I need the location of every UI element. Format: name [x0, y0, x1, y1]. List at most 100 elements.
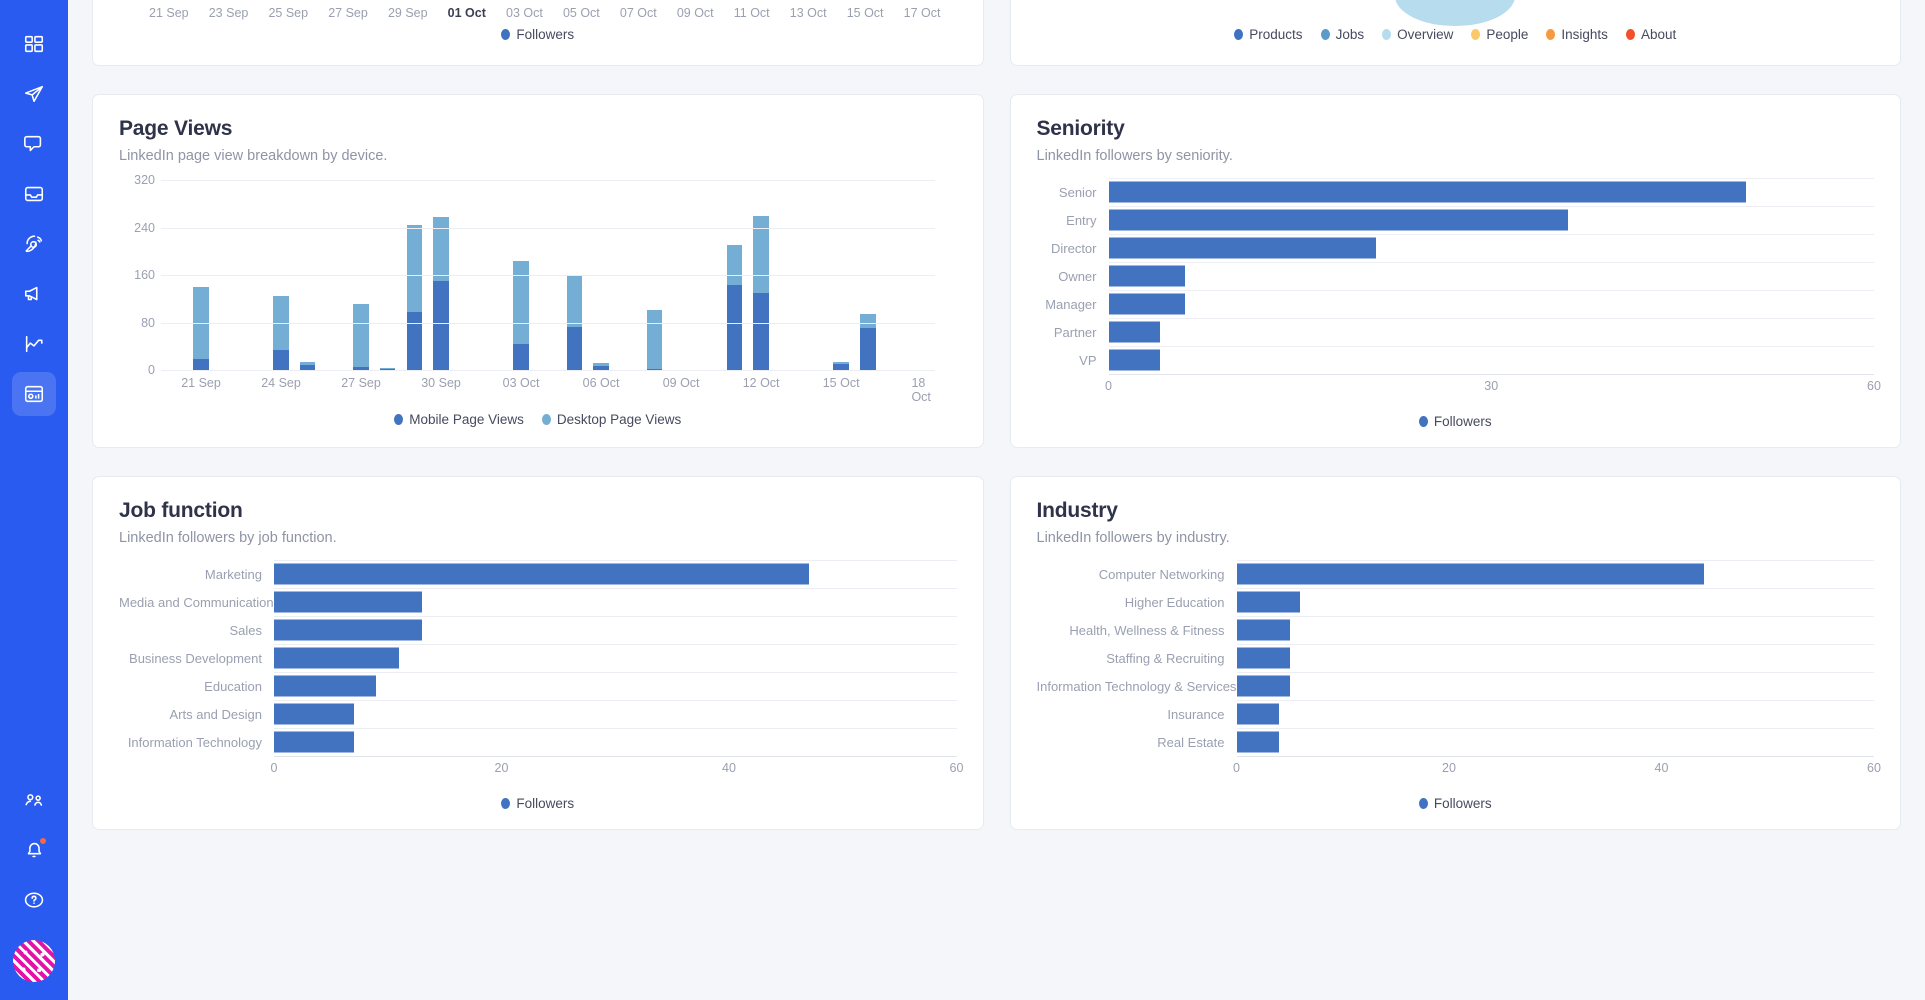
stacked-bar[interactable]: [727, 245, 742, 370]
stacked-bar[interactable]: [647, 310, 662, 370]
sidebar-item-help[interactable]: [12, 878, 56, 922]
legend-item[interactable]: Followers: [1419, 414, 1492, 429]
bar[interactable]: [1237, 732, 1280, 753]
sidebar-item-team[interactable]: [12, 778, 56, 822]
sidebar-item-dashboard[interactable]: [12, 22, 56, 66]
bar[interactable]: [274, 564, 809, 585]
bar-row[interactable]: Director: [1037, 234, 1875, 262]
bar[interactable]: [1109, 210, 1568, 231]
bar-row[interactable]: Arts and Design: [119, 700, 957, 728]
bar-segment-mobile[interactable]: [860, 328, 875, 370]
legend-item[interactable]: Desktop Page Views: [542, 412, 681, 427]
legend-label: Overview: [1397, 27, 1453, 42]
bar[interactable]: [274, 676, 376, 697]
bar-segment-desktop[interactable]: [353, 304, 368, 368]
bar-segment-mobile[interactable]: [753, 293, 768, 370]
bar-row[interactable]: Computer Networking: [1037, 560, 1875, 588]
bar-row[interactable]: Health, Wellness & Fitness: [1037, 616, 1875, 644]
page-views-title: Page Views: [119, 117, 957, 141]
bar-segment-desktop[interactable]: [567, 276, 582, 326]
bar[interactable]: [1109, 294, 1186, 315]
sidebar-item-engage[interactable]: [12, 122, 56, 166]
bar-row[interactable]: Real Estate: [1037, 728, 1875, 756]
bar-row[interactable]: Media and Communication: [119, 588, 957, 616]
bar-segment-desktop[interactable]: [513, 261, 528, 344]
bar-segment-desktop[interactable]: [860, 314, 875, 328]
xtick: 25 Sep: [268, 6, 308, 20]
bar-row[interactable]: Entry: [1037, 206, 1875, 234]
legend-item[interactable]: Overview: [1382, 27, 1453, 42]
bar[interactable]: [1237, 648, 1290, 669]
bar-row[interactable]: Staffing & Recruiting: [1037, 644, 1875, 672]
bar-segment-mobile[interactable]: [727, 285, 742, 371]
bar[interactable]: [274, 592, 422, 613]
bar-category-label: Owner: [1037, 269, 1109, 284]
bar[interactable]: [1109, 322, 1160, 343]
bar-segment-mobile[interactable]: [273, 350, 288, 370]
bar-row[interactable]: VP: [1037, 346, 1875, 374]
stacked-bar[interactable]: [433, 217, 448, 370]
sidebar-item-advertise[interactable]: [12, 272, 56, 316]
bar[interactable]: [1237, 676, 1290, 697]
bar[interactable]: [274, 620, 422, 641]
legend-item[interactable]: Products: [1234, 27, 1302, 42]
legend-item[interactable]: About: [1626, 27, 1676, 42]
avatar[interactable]: [13, 940, 55, 982]
legend-item[interactable]: Jobs: [1321, 27, 1365, 42]
legend-item[interactable]: Followers: [501, 796, 574, 811]
sidebar-item-inbox[interactable]: [12, 172, 56, 216]
bar-row[interactable]: Higher Education: [1037, 588, 1875, 616]
bar[interactable]: [1237, 592, 1301, 613]
stacked-bar[interactable]: [513, 261, 528, 370]
bar-segment-desktop[interactable]: [433, 217, 448, 281]
bar[interactable]: [274, 648, 399, 669]
legend-item[interactable]: Insights: [1546, 27, 1608, 42]
bar[interactable]: [1237, 564, 1705, 585]
bar[interactable]: [274, 732, 354, 753]
stacked-bar[interactable]: [193, 287, 208, 370]
bar-row[interactable]: Information Technology: [119, 728, 957, 756]
bar-row[interactable]: Owner: [1037, 262, 1875, 290]
bar-segment-mobile[interactable]: [567, 327, 582, 370]
bar-track: [274, 700, 957, 728]
stacked-bar[interactable]: [353, 304, 368, 371]
bar-segment-mobile[interactable]: [407, 312, 422, 370]
sidebar-item-notifications[interactable]: [12, 828, 56, 872]
bar-segment-mobile[interactable]: [513, 344, 528, 370]
bar-row[interactable]: Information Technology & Services: [1037, 672, 1875, 700]
bar-row[interactable]: Manager: [1037, 290, 1875, 318]
bar-row[interactable]: Senior: [1037, 178, 1875, 206]
stacked-bar[interactable]: [300, 362, 315, 370]
stacked-bar[interactable]: [273, 296, 288, 370]
stacked-bar[interactable]: [753, 216, 768, 370]
bar-row[interactable]: Partner: [1037, 318, 1875, 346]
legend-item[interactable]: Mobile Page Views: [394, 412, 524, 427]
bar-segment-mobile[interactable]: [193, 359, 208, 370]
bar-row[interactable]: Business Development: [119, 644, 957, 672]
sidebar-item-listen[interactable]: [12, 222, 56, 266]
bar-row[interactable]: Marketing: [119, 560, 957, 588]
legend-item[interactable]: Followers: [1419, 796, 1492, 811]
sidebar-item-analytics[interactable]: [12, 322, 56, 366]
bar-segment-desktop[interactable]: [407, 225, 422, 313]
stacked-bar[interactable]: [833, 362, 848, 370]
sidebar-item-publish[interactable]: [12, 72, 56, 116]
bar[interactable]: [1237, 620, 1290, 641]
bar[interactable]: [1109, 182, 1747, 203]
bar[interactable]: [1109, 266, 1186, 287]
stacked-bar[interactable]: [407, 225, 422, 370]
bar-segment-desktop[interactable]: [647, 310, 662, 369]
bar-row[interactable]: Sales: [119, 616, 957, 644]
seniority-title: Seniority: [1037, 117, 1875, 141]
sidebar-item-reports[interactable]: [12, 372, 56, 416]
legend-item[interactable]: Followers: [501, 27, 574, 42]
bar-row[interactable]: Education: [119, 672, 957, 700]
bar-segment-desktop[interactable]: [727, 245, 742, 284]
bar[interactable]: [1109, 350, 1160, 371]
bar[interactable]: [274, 704, 354, 725]
bar-row[interactable]: Insurance: [1037, 700, 1875, 728]
bar[interactable]: [1109, 238, 1377, 259]
legend-item[interactable]: People: [1471, 27, 1528, 42]
bar[interactable]: [1237, 704, 1280, 725]
bar-segment-mobile[interactable]: [433, 281, 448, 370]
